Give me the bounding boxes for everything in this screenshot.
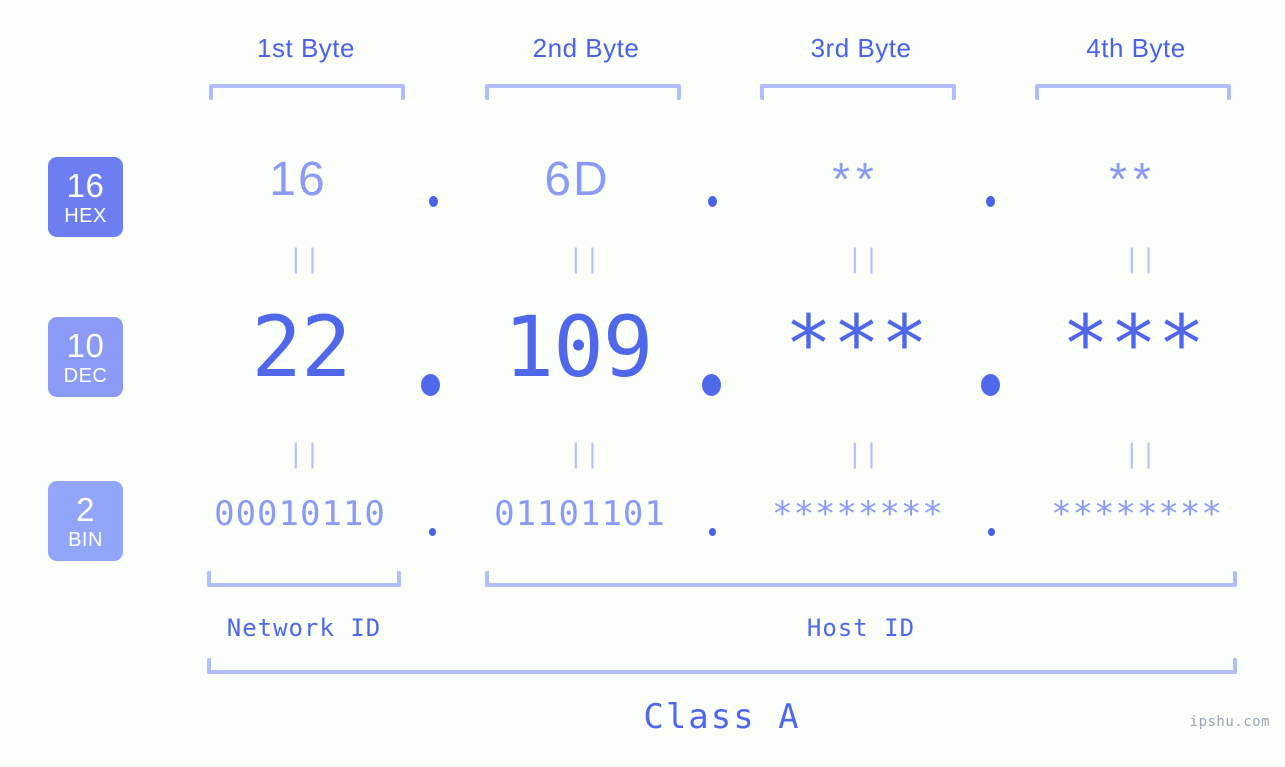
byte-bracket-4 [1035,84,1231,100]
base-badge-hex: 16 HEX [48,157,123,237]
host-id-label: Host ID [806,614,916,642]
hex-octet-4: ** [1109,153,1157,205]
dec-octet-4: *** [1062,300,1206,390]
bin-octet-2: 01101101 [494,494,666,534]
network-id-label: Network ID [226,614,382,642]
hex-octet-2: 6D [544,153,610,206]
bin-dot-1 [429,528,436,536]
bin-octet-3: ******** [772,494,944,534]
byte-bracket-2 [485,84,681,100]
equals-mark-hex-dec-4: || [1124,244,1158,274]
dec-octet-3: *** [785,300,929,390]
dec-dot-1 [421,374,440,396]
bin-octet-4: ******** [1051,494,1223,534]
base-badge-dec-name: DEC [63,364,108,387]
base-badge-bin: 2 BIN [48,481,123,561]
base-badge-hex-name: HEX [64,204,107,227]
site-watermark: ipshu.com [1189,714,1270,730]
byte-header-2: 2nd Byte [532,33,640,63]
hex-dot-3 [986,196,995,207]
base-badge-hex-number: 16 [66,166,105,204]
bin-dot-3 [988,528,995,536]
byte-header-4: 4th Byte [1086,33,1186,63]
hex-octet-3: ** [832,153,880,205]
network-id-bracket [207,571,401,587]
hex-octet-1: 16 [269,153,327,206]
bin-octet-1: 00010110 [214,494,386,534]
equals-mark-hex-dec-1: || [288,244,322,274]
hex-dot-1 [429,196,438,207]
equals-mark-dec-bin-1: || [288,439,322,469]
class-bracket [207,658,1237,674]
byte-header-1: 1st Byte [257,33,355,63]
host-id-bracket [485,571,1237,587]
base-badge-bin-name: BIN [68,528,103,551]
dec-dot-3 [981,374,1000,396]
bin-dot-2 [709,528,716,536]
base-badge-bin-number: 2 [76,490,95,528]
equals-mark-dec-bin-2: || [568,439,602,469]
hex-dot-2 [708,196,717,207]
ip-address-breakdown-diagram: 1st Byte 2nd Byte 3rd Byte 4th Byte 16 H… [0,0,1285,767]
base-badge-dec-number: 10 [66,326,105,364]
byte-bracket-1 [209,84,405,100]
equals-mark-dec-bin-3: || [847,439,881,469]
byte-header-3: 3rd Byte [810,33,912,63]
dec-octet-1: 22 [251,298,351,396]
base-badge-dec: 10 DEC [48,317,123,397]
dec-dot-2 [702,374,721,396]
equals-mark-hex-dec-3: || [847,244,881,274]
equals-mark-dec-bin-4: || [1124,439,1158,469]
byte-bracket-3 [760,84,956,100]
dec-octet-2: 109 [503,298,654,396]
class-label: Class A [643,697,801,737]
equals-mark-hex-dec-2: || [568,244,602,274]
